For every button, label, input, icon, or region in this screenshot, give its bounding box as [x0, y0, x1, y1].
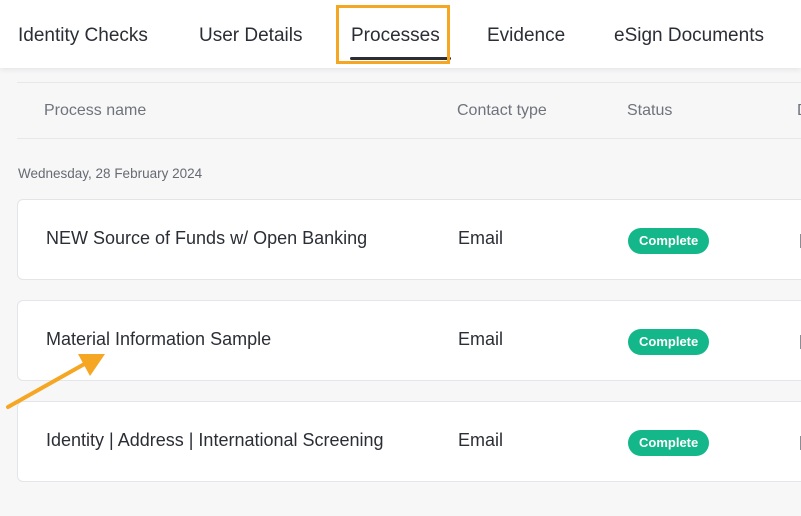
- column-header-process-name[interactable]: Process name: [44, 102, 146, 120]
- table-row[interactable]: Material Information Sample Email Comple…: [17, 300, 801, 381]
- status-badge: Complete: [628, 430, 710, 456]
- tab-identity-checks[interactable]: Identity Checks: [18, 25, 148, 47]
- process-name-cell: NEW Source of Funds w/ Open Banking: [46, 228, 368, 248]
- table-row[interactable]: Identity | Address | International Scree…: [17, 401, 801, 482]
- contact-type-cell: Email: [458, 228, 504, 248]
- table-row[interactable]: NEW Source of Funds w/ Open Banking Emai…: [17, 199, 801, 280]
- tab-highlight-box: [336, 5, 450, 64]
- column-header-truncated[interactable]: D: [797, 102, 801, 120]
- status-badge: Complete: [628, 228, 710, 254]
- column-header-contact-type[interactable]: Contact type: [457, 102, 547, 120]
- status-badge: Complete: [628, 329, 710, 355]
- column-header-status[interactable]: Status: [627, 102, 672, 120]
- tab-bar: Identity Checks User Details Processes E…: [0, 0, 801, 68]
- tab-esign-documents[interactable]: eSign Documents: [614, 25, 764, 47]
- table-header: Process name Contact type Status D: [17, 82, 801, 139]
- contact-type-cell: Email: [458, 430, 504, 450]
- contact-type-cell: Email: [458, 329, 504, 349]
- tab-user-details[interactable]: User Details: [199, 25, 302, 47]
- date-group-label: Wednesday, 28 February 2024: [18, 166, 203, 181]
- tab-evidence[interactable]: Evidence: [487, 25, 565, 47]
- arrow-up-right-icon: [6, 354, 105, 409]
- process-name-cell: Identity | Address | International Scree…: [46, 430, 384, 450]
